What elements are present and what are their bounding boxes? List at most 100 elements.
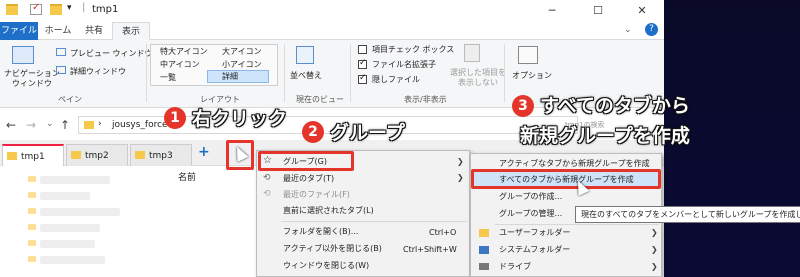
- step3-callout-line2: 新規グループを作成: [520, 125, 690, 147]
- submenu-system-folders[interactable]: システムフォルダー: [499, 242, 570, 258]
- show-hide-label: 表示/非表示: [404, 95, 447, 104]
- address-path: jousys_force: [112, 120, 168, 130]
- folder-icon: [28, 240, 36, 246]
- layout-extra-large-icons[interactable]: 特大アイコン: [160, 46, 208, 57]
- drive-icon: [479, 263, 489, 270]
- tree-item[interactable]: [40, 240, 95, 248]
- menu-item-close-window[interactable]: ウィンドウを閉じる(W): [283, 258, 369, 274]
- layout-details[interactable]: 詳細: [207, 70, 269, 83]
- preview-pane-icon: [56, 48, 66, 56]
- tree-item[interactable]: [40, 176, 110, 184]
- layout-medium-icons[interactable]: 中アイコン: [160, 59, 200, 70]
- chevron-right-icon: ›: [98, 119, 102, 129]
- sort-button[interactable]: 並べ替え: [290, 70, 322, 81]
- chevron-right-icon: ❯: [457, 173, 464, 182]
- navigation-pane-icon[interactable]: [12, 46, 34, 64]
- layout-list[interactable]: 一覧: [160, 72, 176, 83]
- close-button[interactable]: ✕: [620, 0, 664, 22]
- highlight-group-item: [258, 151, 354, 171]
- folder-icon: [6, 4, 18, 15]
- window-title: tmp1: [92, 4, 119, 15]
- separator: |: [82, 2, 86, 13]
- back-arrow-icon[interactable]: ←: [6, 118, 16, 132]
- tab-home[interactable]: ホーム: [40, 22, 76, 40]
- menu-item-open-folder[interactable]: フォルダを開く(B)...: [283, 224, 358, 240]
- hide-selected-button[interactable]: 選択した項目を 表示しない: [450, 68, 506, 88]
- title-bar: ▾ | tmp1 ─ ☐ ✕: [0, 0, 664, 22]
- folder-icon: [135, 151, 145, 159]
- tab-view[interactable]: 表示: [112, 22, 150, 40]
- folder-icon: [50, 4, 62, 15]
- folder-icon: [28, 224, 36, 230]
- folder-icon: [28, 176, 36, 182]
- chevron-right-icon: ❯: [651, 245, 658, 254]
- system-folder-icon: [479, 246, 489, 254]
- hide-selected-icon: [464, 44, 480, 62]
- tab-file[interactable]: ファイル: [0, 22, 38, 40]
- tree-item[interactable]: [40, 208, 120, 216]
- folder-icon: [71, 151, 81, 159]
- pane-group-label: ペイン: [58, 95, 82, 104]
- ribbon-tab-bar: ファイル ホーム 共有 表示 ⌄ ?: [0, 22, 664, 40]
- options-button[interactable]: オプション: [512, 70, 552, 81]
- tree-item[interactable]: [40, 256, 105, 264]
- menu-item-close-others[interactable]: アクティブ以外を閉じる(B): [283, 241, 382, 257]
- folder-icon: [28, 192, 36, 198]
- qat-dropdown-icon[interactable]: ▾: [67, 3, 72, 13]
- menu-item-recent-tabs[interactable]: 最近のタブ(T): [283, 171, 334, 187]
- hidden-items-toggle[interactable]: [358, 73, 367, 84]
- up-arrow-icon[interactable]: ↑: [60, 118, 70, 132]
- item-checkbox-label: 項目チェック ボックス: [372, 45, 455, 54]
- ribbon-expand-icon[interactable]: ⌄: [624, 25, 632, 35]
- step-badge-1: 1: [164, 107, 186, 129]
- current-view-label: 現在のビュー: [296, 95, 344, 104]
- details-pane-button[interactable]: 詳細ウィンドウ: [70, 66, 126, 77]
- tab-share[interactable]: 共有: [78, 22, 110, 40]
- menu-item-recent-files: 最近のファイル(F): [283, 190, 350, 199]
- recent-tabs-icon: ⟲: [263, 173, 271, 183]
- details-pane-icon: [56, 66, 66, 74]
- help-icon[interactable]: ?: [645, 23, 658, 36]
- layout-large-icons[interactable]: 大アイコン: [222, 46, 262, 57]
- tab-label: tmp2: [85, 151, 109, 161]
- user-folder-icon: [479, 229, 489, 237]
- file-extension-label: ファイル名拡張子: [372, 60, 436, 69]
- add-tab-button[interactable]: +: [198, 144, 210, 160]
- step-badge-2: 2: [302, 121, 324, 143]
- maximize-button[interactable]: ☐: [576, 0, 620, 22]
- recent-locations-icon[interactable]: ⌄: [46, 119, 54, 129]
- step2-callout: グループ: [330, 122, 405, 144]
- tooltip: 現在のすべてのタブをメンバーとして新しいグループを作成します。: [575, 206, 800, 223]
- submenu-user-folders[interactable]: ユーザーフォルダー: [499, 225, 570, 241]
- submenu-manage-groups[interactable]: グループの管理...: [499, 206, 562, 222]
- hidden-items-label: 隠しファイル: [372, 75, 420, 84]
- forward-arrow-icon[interactable]: →: [26, 118, 36, 132]
- tree-item[interactable]: [40, 192, 90, 200]
- ribbon-separator: [350, 44, 351, 102]
- minimize-button[interactable]: ─: [530, 0, 574, 22]
- ribbon-separator: [504, 44, 505, 102]
- chevron-right-icon: ❯: [457, 157, 464, 166]
- navigation-pane-button[interactable]: ナビゲーション ウィンドウ: [4, 69, 60, 89]
- submenu-create-group[interactable]: グループの作成...: [499, 189, 562, 205]
- highlight-create-from-all: [471, 169, 661, 189]
- submenu-drives[interactable]: ドライブ: [499, 259, 531, 275]
- folder-tab-tmp3[interactable]: tmp3: [130, 144, 192, 166]
- folder-icon: [28, 208, 36, 214]
- recent-files-icon: ⟲: [263, 189, 271, 199]
- tab-label: tmp1: [21, 152, 45, 162]
- tree-item[interactable]: [40, 224, 100, 232]
- menu-item-last-selected-tab[interactable]: 直前に選択されたタブ(L): [283, 203, 374, 219]
- chevron-right-icon: ❯: [651, 228, 658, 237]
- file-extension-toggle[interactable]: [358, 58, 367, 69]
- chevron-right-icon: ❯: [651, 262, 658, 271]
- folder-tab-tmp1[interactable]: tmp1: [2, 144, 64, 166]
- shortcut-ctrl-shift-w: Ctrl+Shift+W: [403, 245, 457, 254]
- folder-tab-tmp2[interactable]: tmp2: [66, 144, 128, 166]
- checkbox-icon[interactable]: [30, 2, 42, 15]
- step-badge-3: 3: [512, 95, 534, 117]
- column-header-name[interactable]: 名前: [178, 170, 196, 183]
- item-checkbox-toggle[interactable]: [358, 45, 367, 54]
- layout-small-icons[interactable]: 小アイコン: [222, 59, 262, 70]
- preview-pane-button[interactable]: プレビュー ウィンドウ: [70, 48, 153, 59]
